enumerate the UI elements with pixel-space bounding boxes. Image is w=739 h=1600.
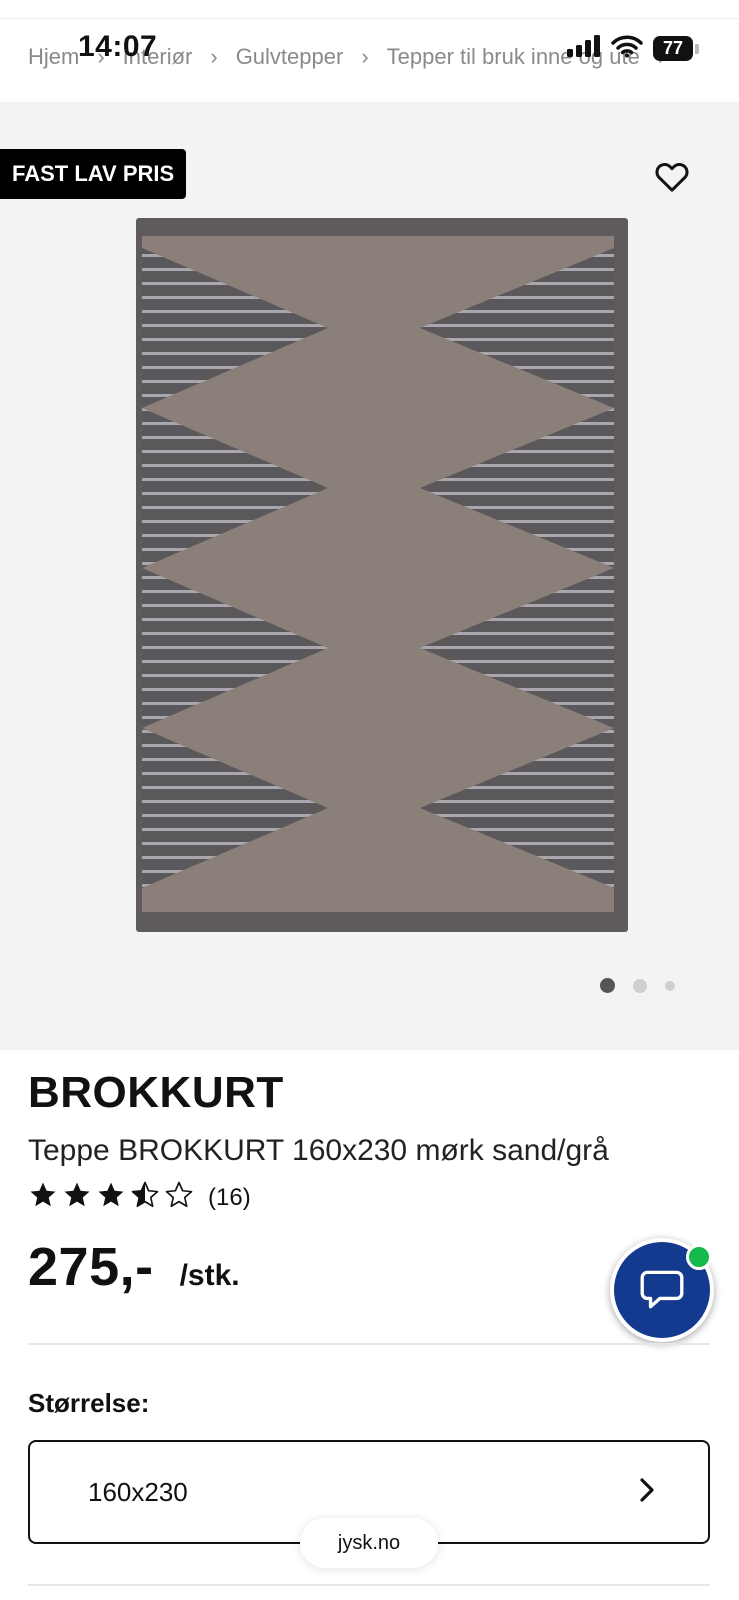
browser-url-bar[interactable]: jysk.no <box>300 1518 438 1568</box>
battery-level: 77 <box>653 36 693 61</box>
product-price: 275,- /stk. <box>28 1236 240 1298</box>
star-full-icon <box>96 1180 126 1215</box>
wifi-icon <box>611 34 643 63</box>
product-name: Teppe BROKKURT 160x230 mørk sand/grå <box>28 1134 609 1167</box>
product-gallery[interactable]: FAST LAV PRIS <box>0 102 739 1050</box>
chat-button[interactable] <box>610 1238 714 1342</box>
favorite-button[interactable] <box>652 156 692 196</box>
price-badge: FAST LAV PRIS <box>0 149 187 199</box>
status-time: 14:07 <box>78 30 158 63</box>
price-unit: /stk. <box>179 1259 240 1292</box>
chat-bubble-icon <box>637 1263 687 1318</box>
chevron-right-icon <box>636 1476 658 1509</box>
size-value: 160x230 <box>88 1476 188 1507</box>
product-rating[interactable]: (16) <box>28 1180 251 1215</box>
top-divider <box>0 18 739 19</box>
battery-tip <box>695 43 699 54</box>
status-icons: 77 <box>567 34 699 63</box>
product-image[interactable] <box>136 218 628 937</box>
gallery-pagination <box>600 978 675 993</box>
section-divider <box>28 1584 710 1586</box>
pagination-dot[interactable] <box>633 978 647 993</box>
cellular-signal-icon <box>567 35 601 62</box>
review-count[interactable]: (16) <box>208 1184 251 1212</box>
size-label: Størrelse: <box>28 1388 150 1418</box>
heart-icon <box>652 163 692 200</box>
price-value: 275,- <box>28 1237 154 1297</box>
section-divider <box>28 1343 710 1345</box>
pagination-dot[interactable] <box>665 980 675 991</box>
product-brand: BROKKURT <box>28 1068 284 1117</box>
star-full-icon <box>62 1180 92 1215</box>
battery-icon: 77 <box>653 36 699 61</box>
star-half-icon <box>130 1180 160 1215</box>
status-bar: 14:07 77 <box>0 0 739 100</box>
rug-illustration <box>136 218 628 932</box>
rating-stars <box>28 1180 194 1215</box>
star-full-icon <box>28 1180 58 1215</box>
star-empty-icon <box>164 1180 194 1215</box>
pagination-dot-active[interactable] <box>600 978 615 993</box>
online-status-indicator <box>686 1244 712 1270</box>
